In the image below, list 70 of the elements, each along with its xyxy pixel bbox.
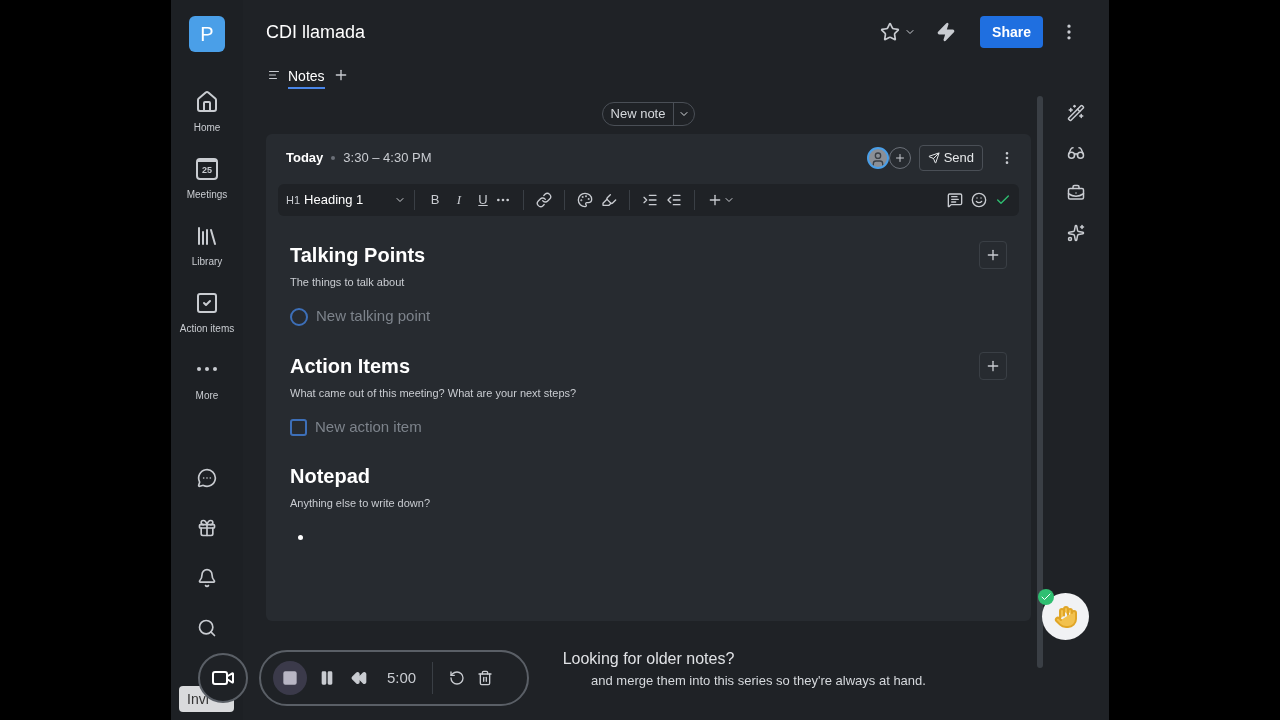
- glasses-icon[interactable]: [1067, 144, 1085, 162]
- sidebar-item[interactable]: Action items: [173, 291, 241, 336]
- bullet-icon: [298, 535, 303, 540]
- library-icon: [195, 224, 219, 248]
- section-description: What came out of this meeting? What are your next steps?: [290, 385, 578, 401]
- pause-icon[interactable]: [319, 670, 335, 686]
- section-heading: Talking Points: [290, 243, 426, 268]
- indent-icon[interactable]: [642, 192, 658, 208]
- sparkles-icon[interactable]: [1067, 224, 1085, 242]
- gift-icon[interactable]: [197, 518, 217, 538]
- underline-button[interactable]: U: [471, 190, 495, 210]
- block-style: Heading 1: [304, 191, 364, 210]
- highlighter-icon[interactable]: [601, 192, 617, 208]
- link-icon[interactable]: [536, 192, 552, 208]
- outdent-icon[interactable]: [666, 192, 682, 208]
- plus-icon: [707, 192, 723, 208]
- send-icon: [927, 152, 940, 164]
- older-notes-text: and merge them into this series so they're always at hand.: [591, 672, 926, 690]
- briefcase-icon[interactable]: [1067, 184, 1085, 202]
- checkbox[interactable]: [290, 418, 307, 436]
- notes-tab[interactable]: Notes: [288, 61, 325, 89]
- checkbox-icon: [195, 291, 219, 315]
- calendar-date: 25: [202, 165, 212, 175]
- list-icon: [268, 69, 280, 81]
- wave-button[interactable]: [1042, 593, 1089, 640]
- send-button[interactable]: Send: [918, 145, 983, 171]
- older-notes-title: Looking for older notes?: [562, 649, 735, 669]
- sidebar-item[interactable]: Home: [173, 90, 241, 135]
- stop-icon: [282, 670, 298, 686]
- add-button[interactable]: [979, 241, 1007, 269]
- search-icon[interactable]: [197, 618, 217, 638]
- item-placeholder[interactable]: New action item: [315, 415, 422, 439]
- plus-icon: [985, 247, 1001, 263]
- palette-icon[interactable]: [577, 192, 593, 208]
- avatar: [866, 147, 889, 169]
- comment-icon[interactable]: [947, 192, 963, 208]
- rewind-icon[interactable]: [351, 670, 367, 686]
- item-placeholder[interactable]: New talking point: [316, 305, 431, 328]
- notifications-icon[interactable]: [197, 568, 217, 588]
- section-description: The things to talk about: [290, 275, 406, 290]
- plus-icon: [893, 152, 906, 164]
- section-heading: Action Items: [290, 353, 411, 379]
- time-range: 3:30 – 4:30 PM: [343, 149, 432, 168]
- stop-button[interactable]: [273, 661, 307, 695]
- sidebar-item[interactable]: More: [173, 358, 241, 403]
- block-style-dropdown[interactable]: H1 Heading 1: [286, 190, 406, 210]
- add-button[interactable]: [979, 351, 1007, 380]
- reset-icon[interactable]: [449, 670, 466, 686]
- bold-button[interactable]: B: [423, 190, 447, 210]
- italic-button[interactable]: I: [447, 190, 471, 210]
- emoji-icon[interactable]: [971, 192, 987, 208]
- insert-dropdown[interactable]: [707, 192, 735, 208]
- section-description: Anything else to write down?: [290, 496, 432, 511]
- chat-icon[interactable]: [197, 468, 217, 488]
- heading-level: H1: [286, 192, 301, 208]
- sidebar-item[interactable]: 25 Meetings: [173, 157, 241, 202]
- star-icon[interactable]: [880, 22, 901, 42]
- wand-icon[interactable]: [1067, 104, 1085, 122]
- home-icon: [195, 90, 219, 114]
- waving-hand-icon: [1053, 604, 1078, 629]
- timer: 5:00: [387, 667, 417, 688]
- section-heading: Notepad: [290, 464, 370, 489]
- share-button[interactable]: Share: [980, 16, 1043, 48]
- page-title: CDI llamada: [266, 20, 366, 44]
- delete-icon[interactable]: [477, 670, 494, 686]
- lightning-icon[interactable]: [936, 22, 957, 42]
- more-icon: [197, 367, 217, 372]
- sidebar-item[interactable]: Library: [173, 224, 241, 269]
- new-note-label[interactable]: New note: [602, 104, 674, 124]
- date-label: Today: [286, 149, 324, 168]
